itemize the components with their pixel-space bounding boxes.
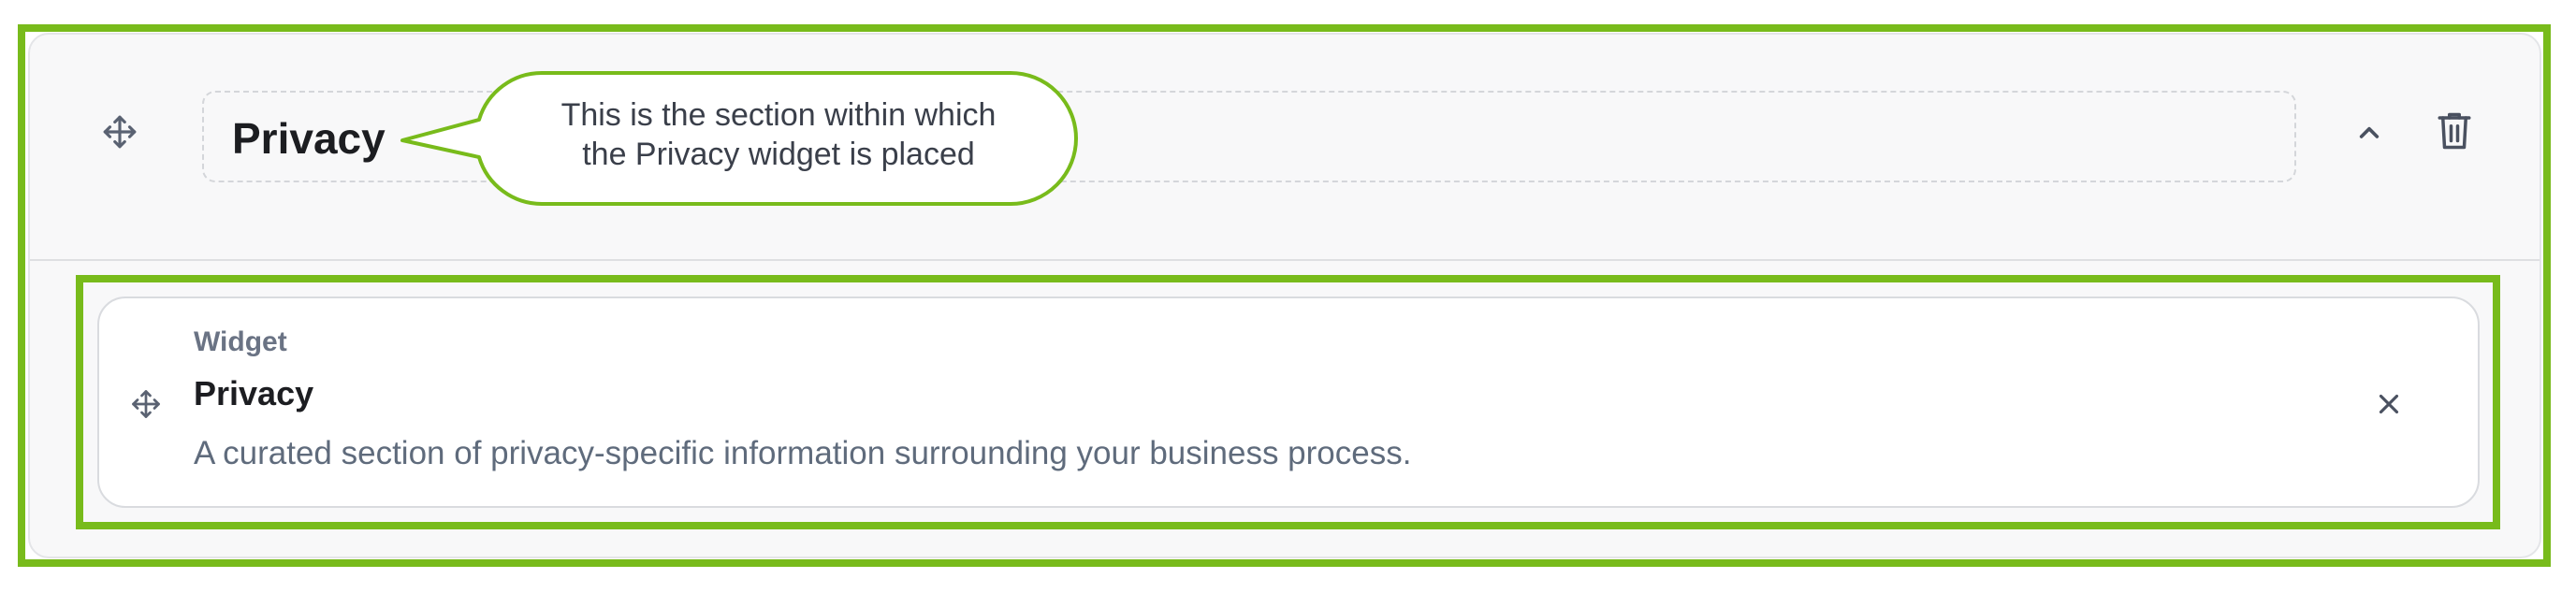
page-canvas: Privacy Widget Privacy A curated section… (0, 0, 2576, 593)
callout-text: This is the section within which the Pri… (498, 95, 1059, 174)
widget-highlight-frame (76, 275, 2500, 529)
callout-line-2: the Privacy widget is placed (582, 137, 975, 172)
callout-line-1: This is the section within which (560, 97, 997, 133)
annotation-callout: This is the section within which the Pri… (393, 67, 1082, 210)
